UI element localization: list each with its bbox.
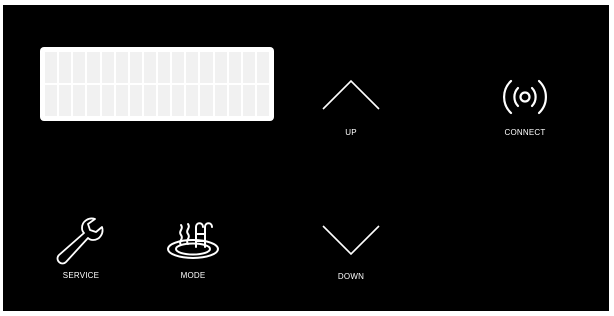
lcd-cell (256, 85, 269, 116)
lcd-cell (45, 52, 58, 83)
lcd-cell (186, 52, 199, 83)
lcd-cell (115, 52, 128, 83)
chevron-up-icon (322, 79, 380, 110)
down-button[interactable]: DOWN (321, 220, 381, 290)
up-label: UP (345, 128, 357, 137)
lcd-cell (158, 52, 171, 83)
service-label: SERVICE (62, 271, 100, 280)
lcd-cell (129, 52, 142, 83)
mode-label: MODE (180, 271, 206, 280)
lcd-cell (228, 85, 241, 116)
lcd-display (40, 47, 274, 121)
lcd-cell (200, 85, 213, 116)
lcd-cell (158, 85, 171, 116)
lcd-cell (228, 52, 241, 83)
lcd-cell (214, 85, 227, 116)
wrench-icon (56, 217, 104, 265)
lcd-cell (73, 85, 86, 116)
lcd-cell (59, 85, 72, 116)
lcd-character-grid (45, 52, 269, 116)
lcd-cell (172, 85, 185, 116)
lcd-cell (87, 85, 100, 116)
down-label: DOWN (337, 272, 365, 281)
lcd-cell (172, 52, 185, 83)
pool-ladder-icon (167, 222, 219, 259)
lcd-cell (87, 52, 100, 83)
lcd-cell (186, 85, 199, 116)
lcd-cell (129, 85, 142, 116)
up-button[interactable]: UP (321, 75, 381, 145)
lcd-cell (242, 52, 255, 83)
connect-label: CONNECT (504, 128, 546, 137)
lcd-cell (115, 85, 128, 116)
mode-button[interactable]: MODE (163, 215, 223, 285)
lcd-cell (45, 85, 58, 116)
lcd-cell (256, 52, 269, 83)
lcd-cell (101, 52, 114, 83)
lcd-cell (143, 52, 156, 83)
control-panel: UP CONNECT SERVICE MODE DOWN (3, 5, 609, 311)
lcd-cell (73, 52, 86, 83)
lcd-cell (214, 52, 227, 83)
connect-button[interactable]: CONNECT (493, 75, 557, 145)
lcd-cell (200, 52, 213, 83)
lcd-cell (143, 85, 156, 116)
lcd-cell (101, 85, 114, 116)
lcd-cell (59, 52, 72, 83)
chevron-down-icon (322, 225, 380, 256)
service-button[interactable]: SERVICE (51, 213, 111, 285)
wireless-signal-icon (503, 79, 547, 115)
lcd-cell (242, 85, 255, 116)
